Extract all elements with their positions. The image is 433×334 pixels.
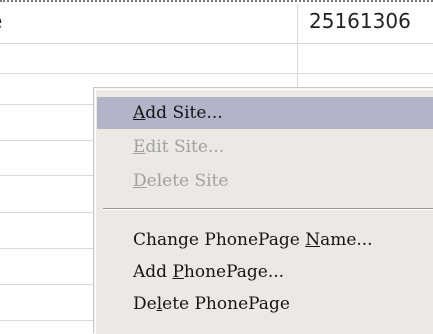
menu-item-label: Delete PhonePage (133, 294, 290, 314)
menu-item-add-site[interactable]: Add Site... (97, 97, 433, 129)
menu-item-label: Add PhonePage... (133, 262, 285, 282)
menu-separator (103, 208, 433, 210)
menu-item-add-phonepage[interactable]: Add PhonePage... (97, 256, 433, 288)
table-row-divider (0, 73, 433, 74)
table-cell-number[interactable]: 25161306 (309, 6, 411, 36)
menu-item-label: Edit Site... (133, 137, 225, 157)
menu-item-delete-phonepage[interactable]: Delete PhonePage (97, 288, 433, 320)
menu-item-change-phonepage-name[interactable]: Change PhonePage Name... (97, 224, 433, 256)
menu-item-label: Add Site... (133, 103, 223, 123)
table-row-divider (0, 43, 433, 44)
context-menu: Add Site... Edit Site... Delete Site Cha… (94, 88, 433, 334)
menu-item-label: Change PhonePage Name... (133, 230, 373, 250)
menu-item-label: Delete Site (133, 171, 229, 191)
table-cell-name[interactable]: e (0, 6, 20, 36)
menu-item-delete-site: Delete Site (97, 165, 433, 197)
menu-item-edit-site: Edit Site... (97, 131, 433, 163)
table-top-border (0, 0, 433, 2)
